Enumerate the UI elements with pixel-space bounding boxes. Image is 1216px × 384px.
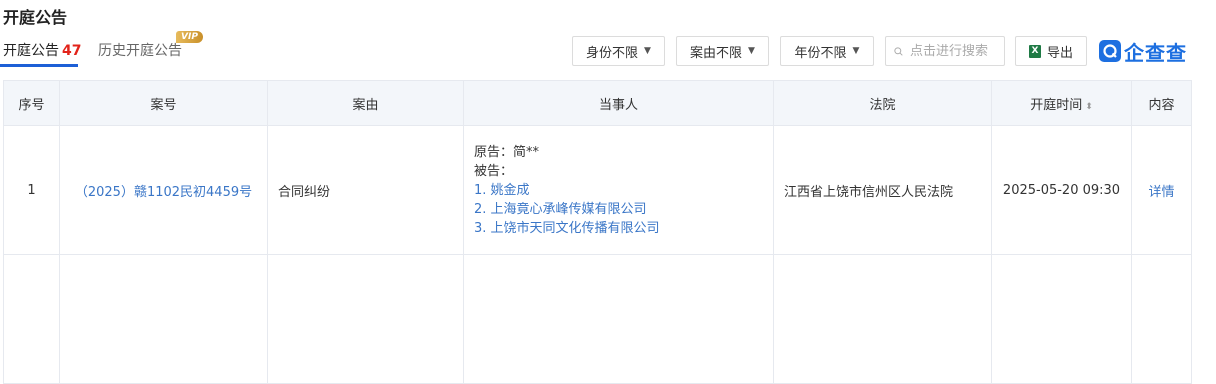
- column-header-court: 法院: [773, 80, 992, 126]
- column-header-case-no: 案号: [59, 80, 268, 126]
- table-row: 1 （2025）赣1102民初4459号 合同纠纷 原告：简** 被告： 1. …: [3, 125, 1192, 255]
- dropdown-label: 身份不限: [586, 45, 639, 61]
- column-header-index: 序号: [3, 80, 60, 126]
- table-header-row: 序号 案号 案由 当事人 法院 开庭时间 ⬍ 内容: [3, 80, 1192, 126]
- plaintiff-label: 原告：简**: [474, 144, 540, 160]
- tab-count: 47: [62, 43, 82, 59]
- defendant-link[interactable]: 1. 姚金成: [474, 181, 772, 200]
- cause-filter-dropdown[interactable]: 案由不限 ▼: [676, 36, 769, 66]
- cell-index: 1: [3, 125, 60, 255]
- caret-down-icon: ▼: [748, 46, 755, 56]
- cell-parties: 原告：简** 被告： 1. 姚金成 2. 上海竟心承峰传媒有限公司 3. 上饶市…: [463, 125, 774, 255]
- search-input[interactable]: [908, 42, 1004, 60]
- details-link[interactable]: 详情: [1131, 125, 1192, 255]
- search-icon: [894, 46, 903, 56]
- page-title: 开庭公告: [3, 8, 68, 27]
- tab-active-indicator: [0, 64, 78, 67]
- sort-icon: ⬍: [1085, 101, 1093, 112]
- column-header-label: 开庭时间: [1030, 97, 1083, 113]
- table-row-partial: [3, 254, 1192, 384]
- court-notice-table: 序号 案号 案由 当事人 法院 开庭时间 ⬍ 内容 1 （2025）赣1102民初…: [3, 80, 1192, 384]
- vip-badge: VIP: [176, 31, 203, 43]
- tab-label: 开庭公告: [3, 43, 59, 59]
- cell-cause: 合同纠纷: [267, 125, 464, 255]
- defendant-link[interactable]: 2. 上海竟心承峰传媒有限公司: [474, 200, 772, 219]
- cell-court: 江西省上饶市信州区人民法院: [773, 125, 992, 255]
- defendant-link[interactable]: 3. 上饶市天同文化传播有限公司: [474, 219, 772, 238]
- dropdown-label: 案由不限: [690, 45, 743, 61]
- brand-name: 企查查: [1124, 40, 1187, 65]
- search-box: [885, 36, 1005, 66]
- cell-hearing-time: 2025-05-20 09:30: [991, 125, 1132, 255]
- export-button[interactable]: X 导出: [1015, 36, 1087, 66]
- identity-filter-dropdown[interactable]: 身份不限 ▼: [572, 36, 665, 66]
- tab-court-notices[interactable]: 开庭公告 47: [3, 40, 81, 60]
- caret-down-icon: ▼: [852, 46, 860, 56]
- tab-history-notices[interactable]: 历史开庭公告: [98, 40, 182, 60]
- caret-down-icon: ▼: [644, 46, 651, 56]
- year-filter-dropdown[interactable]: 年份不限 ▼: [780, 36, 874, 66]
- case-number-link[interactable]: （2025）赣1102民初4459号: [59, 125, 268, 255]
- column-header-hearing-time[interactable]: 开庭时间 ⬍: [991, 80, 1132, 126]
- brand-logo-icon: [1099, 40, 1121, 62]
- column-header-content: 内容: [1131, 80, 1192, 126]
- excel-icon: X: [1028, 44, 1041, 58]
- column-header-parties: 当事人: [463, 80, 774, 126]
- dropdown-label: 年份不限: [794, 45, 847, 61]
- export-label: 导出: [1046, 45, 1073, 61]
- tab-label: 历史开庭公告: [98, 43, 182, 59]
- defendant-label: 被告：: [474, 163, 514, 179]
- brand-logo: 企查查: [1099, 38, 1187, 65]
- column-header-cause: 案由: [267, 80, 464, 126]
